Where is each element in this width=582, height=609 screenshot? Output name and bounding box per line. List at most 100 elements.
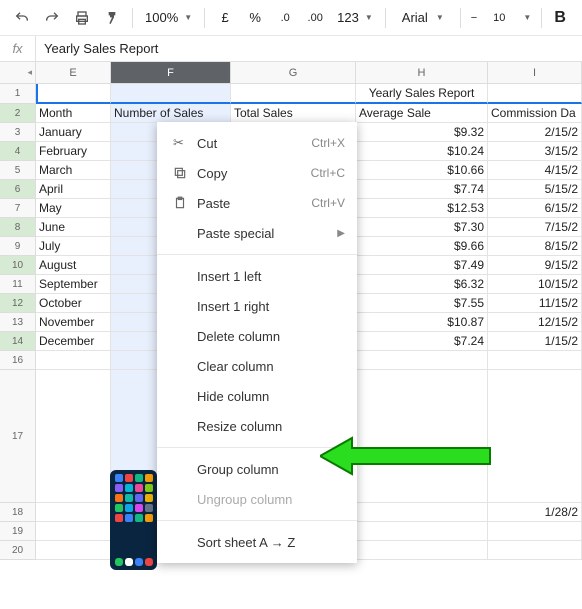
cell[interactable] xyxy=(356,351,488,370)
cell[interactable]: January xyxy=(36,123,111,142)
cell[interactable]: April xyxy=(36,180,111,199)
menu-delete-column[interactable]: Delete column xyxy=(157,321,357,351)
formula-input[interactable]: Yearly Sales Report xyxy=(36,41,582,56)
col-header-E[interactable]: E xyxy=(36,62,111,84)
cell[interactable]: December xyxy=(36,332,111,351)
cell-title[interactable]: Yearly Sales Report xyxy=(356,84,488,104)
row-num[interactable]: 20 xyxy=(0,541,36,560)
cell[interactable]: Month xyxy=(36,104,111,123)
menu-insert-right[interactable]: Insert 1 right xyxy=(157,291,357,321)
cell[interactable] xyxy=(488,541,582,560)
cell[interactable] xyxy=(36,522,111,541)
format-123-button[interactable]: 123▼ xyxy=(331,10,379,25)
menu-sort-az[interactable]: Sort sheet A → Z xyxy=(157,527,357,557)
cell[interactable]: $7.24 xyxy=(356,332,488,351)
cell[interactable]: $7.55 xyxy=(356,294,488,313)
cell[interactable]: $10.66 xyxy=(356,161,488,180)
cell[interactable] xyxy=(111,84,231,104)
cell[interactable] xyxy=(356,522,488,541)
cell[interactable]: 7/15/2 xyxy=(488,218,582,237)
cell[interactable]: 5/15/2 xyxy=(488,180,582,199)
cell[interactable] xyxy=(488,522,582,541)
cell[interactable] xyxy=(356,503,488,522)
cell[interactable]: September xyxy=(36,275,111,294)
cell[interactable]: November xyxy=(36,313,111,332)
row-num[interactable]: 6 xyxy=(0,180,36,199)
cell[interactable] xyxy=(488,351,582,370)
cell[interactable]: 6/15/2 xyxy=(488,199,582,218)
cell[interactable]: $10.24 xyxy=(356,142,488,161)
cell[interactable]: 9/15/2 xyxy=(488,256,582,275)
row-num[interactable]: 18 xyxy=(0,503,36,522)
col-header-H[interactable]: H xyxy=(356,62,488,84)
menu-hide-column[interactable]: Hide column xyxy=(157,381,357,411)
menu-paste[interactable]: PasteCtrl+V xyxy=(157,188,357,218)
row-num[interactable]: 9 xyxy=(0,237,36,256)
cell[interactable]: 8/15/2 xyxy=(488,237,582,256)
cell[interactable]: May xyxy=(36,199,111,218)
cell[interactable]: June xyxy=(36,218,111,237)
col-header-G[interactable]: G xyxy=(231,62,356,84)
menu-clear-column[interactable]: Clear column xyxy=(157,351,357,381)
row-num[interactable]: 19 xyxy=(0,522,36,541)
percent-button[interactable]: % xyxy=(241,4,269,32)
cell[interactable] xyxy=(36,84,111,104)
row-num[interactable]: 7 xyxy=(0,199,36,218)
row-num[interactable]: 17 xyxy=(0,370,36,503)
cell-title[interactable] xyxy=(231,84,356,104)
cell[interactable]: October xyxy=(36,294,111,313)
cell[interactable]: 1/28/2 xyxy=(488,503,582,522)
cell[interactable]: March xyxy=(36,161,111,180)
cell[interactable]: 3/15/2 xyxy=(488,142,582,161)
redo-button[interactable] xyxy=(38,4,66,32)
cell[interactable]: 11/15/2 xyxy=(488,294,582,313)
row-num[interactable]: 11 xyxy=(0,275,36,294)
row-num[interactable]: 16 xyxy=(0,351,36,370)
bold-button[interactable]: B xyxy=(548,9,572,27)
cell[interactable]: 10/15/2 xyxy=(488,275,582,294)
cell[interactable]: $9.66 xyxy=(356,237,488,256)
cell[interactable] xyxy=(36,370,111,503)
cell[interactable]: 2/15/2 xyxy=(488,123,582,142)
cell[interactable]: Commission Da xyxy=(488,104,582,123)
paint-format-button[interactable] xyxy=(98,4,126,32)
row-num[interactable]: 4 xyxy=(0,142,36,161)
cell[interactable]: $7.30 xyxy=(356,218,488,237)
menu-insert-left[interactable]: Insert 1 left xyxy=(157,261,357,291)
cell[interactable] xyxy=(36,541,111,560)
cell[interactable]: Average Sale xyxy=(356,104,488,123)
currency-pound-button[interactable]: £ xyxy=(211,4,239,32)
cell[interactable]: February xyxy=(36,142,111,161)
menu-cut[interactable]: ✂CutCtrl+X xyxy=(157,128,357,158)
undo-button[interactable] xyxy=(8,4,36,32)
font-select[interactable]: Arial▼ xyxy=(392,10,454,25)
row-num[interactable]: 3 xyxy=(0,123,36,142)
cell[interactable] xyxy=(36,503,111,522)
cell[interactable]: July xyxy=(36,237,111,256)
zoom-select[interactable]: 100%▼ xyxy=(139,10,198,25)
select-all-corner[interactable] xyxy=(0,62,36,84)
cell[interactable] xyxy=(36,351,111,370)
cell[interactable]: Number of Sales xyxy=(111,104,231,123)
minus-icon[interactable]: − xyxy=(471,12,477,24)
row-num[interactable]: 8 xyxy=(0,218,36,237)
menu-paste-special[interactable]: Paste special▶ xyxy=(157,218,357,248)
row-num[interactable]: 13 xyxy=(0,313,36,332)
menu-copy[interactable]: CopyCtrl+C xyxy=(157,158,357,188)
cell[interactable]: 1/15/2 xyxy=(488,332,582,351)
cell[interactable]: $7.49 xyxy=(356,256,488,275)
row-num[interactable]: 2 xyxy=(0,104,36,123)
cell[interactable]: $10.87 xyxy=(356,313,488,332)
cell[interactable] xyxy=(488,84,582,104)
decrease-decimal-button[interactable]: .0 xyxy=(271,4,299,32)
row-num[interactable]: 1 xyxy=(0,84,36,104)
cell[interactable]: $7.74 xyxy=(356,180,488,199)
col-header-I[interactable]: I xyxy=(488,62,582,84)
cell[interactable]: 12/15/2 xyxy=(488,313,582,332)
cell[interactable]: $6.32 xyxy=(356,275,488,294)
increase-decimal-button[interactable]: .00 xyxy=(301,4,329,32)
font-size-select[interactable]: −10▼ xyxy=(467,12,536,24)
row-num[interactable]: 14 xyxy=(0,332,36,351)
cell[interactable]: Total Sales xyxy=(231,104,356,123)
cell[interactable] xyxy=(356,541,488,560)
